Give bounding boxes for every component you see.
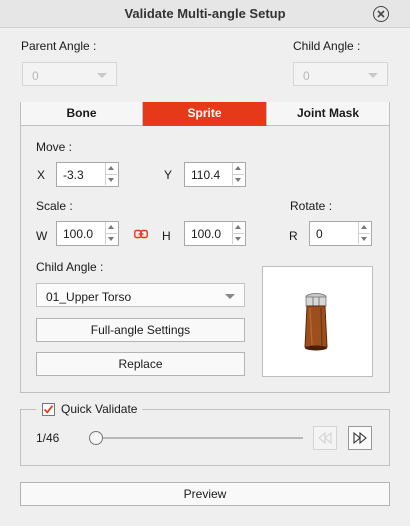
- scale-h-increment[interactable]: [232, 222, 244, 233]
- parent-angle-value: 0: [32, 69, 39, 83]
- scale-h-input[interactable]: 100.0: [184, 221, 246, 246]
- move-y-decrement[interactable]: [232, 174, 244, 185]
- scale-h-decrement[interactable]: [232, 233, 244, 244]
- fast-forward-icon: [353, 431, 367, 445]
- quick-validate-checkbox[interactable]: [42, 403, 55, 416]
- close-icon: [376, 9, 385, 18]
- child-angle-top-dropdown[interactable]: 0: [293, 62, 388, 86]
- link-scale-button[interactable]: [134, 228, 148, 239]
- child-angle-dropdown[interactable]: 01_Upper Torso: [36, 283, 245, 307]
- rotate-r-input[interactable]: 0: [309, 221, 372, 246]
- rotate-label: Rotate :: [290, 199, 333, 213]
- chevron-down-icon: [225, 294, 235, 299]
- child-angle-top-value: 0: [303, 69, 310, 83]
- sprite-preview: [262, 266, 373, 377]
- scale-label: Scale :: [36, 199, 73, 213]
- move-y-value: 110.4: [191, 168, 221, 182]
- link-icon: [134, 229, 148, 239]
- preview-label: Preview: [183, 487, 227, 501]
- rotate-r-value: 0: [316, 227, 323, 241]
- child-angle-value: 01_Upper Torso: [46, 290, 132, 304]
- arrow-down-icon: [235, 237, 241, 241]
- tab-bone[interactable]: Bone: [21, 102, 143, 126]
- scale-h-label: H: [162, 229, 171, 243]
- frame-counter: 1/46: [36, 431, 60, 445]
- replace-button[interactable]: Replace: [36, 352, 245, 376]
- chevron-down-icon: [97, 73, 107, 78]
- arrow-down-icon: [108, 178, 114, 182]
- close-button[interactable]: [373, 6, 389, 22]
- move-x-input[interactable]: -3.3: [56, 162, 119, 187]
- child-angle-label: Child Angle :: [36, 260, 104, 274]
- frame-slider[interactable]: [95, 437, 303, 439]
- parent-angle-label: Parent Angle :: [21, 39, 97, 53]
- checkmark-icon: [43, 405, 54, 414]
- sprite-image: [304, 293, 328, 351]
- parent-angle-dropdown[interactable]: 0: [22, 62, 117, 86]
- arrow-down-icon: [108, 237, 114, 241]
- scale-h-value: 100.0: [191, 227, 222, 241]
- full-angle-settings-label: Full-angle Settings: [90, 323, 191, 337]
- chevron-down-icon: [368, 73, 378, 78]
- scale-w-decrement[interactable]: [105, 233, 117, 244]
- scale-w-value: 100.0: [63, 227, 94, 241]
- tab-sprite[interactable]: Sprite: [143, 102, 267, 126]
- scale-w-label: W: [36, 229, 48, 243]
- arrow-up-icon: [108, 225, 114, 229]
- move-y-input[interactable]: 110.4: [184, 162, 246, 187]
- move-x-decrement[interactable]: [105, 174, 117, 185]
- rotate-r-decrement[interactable]: [358, 233, 370, 244]
- rewind-icon: [318, 431, 332, 445]
- window-title: Validate Multi-angle Setup: [124, 6, 286, 21]
- full-angle-settings-button[interactable]: Full-angle Settings: [36, 318, 245, 342]
- next-frame-button[interactable]: [348, 426, 372, 450]
- replace-label: Replace: [118, 357, 163, 371]
- scale-w-input[interactable]: 100.0: [56, 221, 119, 246]
- tab-joint-mask[interactable]: Joint Mask: [267, 102, 389, 126]
- move-label: Move :: [36, 140, 73, 154]
- arrow-up-icon: [235, 225, 241, 229]
- move-x-value: -3.3: [63, 168, 84, 182]
- arrow-down-icon: [361, 237, 367, 241]
- previous-frame-button[interactable]: [313, 426, 337, 450]
- child-angle-top-label: Child Angle :: [293, 39, 361, 53]
- arrow-down-icon: [235, 178, 241, 182]
- move-x-increment[interactable]: [105, 163, 117, 174]
- arrow-up-icon: [361, 225, 367, 229]
- rotate-r-label: R: [289, 229, 298, 243]
- rotate-r-increment[interactable]: [358, 222, 370, 233]
- quick-validate-label: Quick Validate: [61, 402, 138, 416]
- arrow-up-icon: [235, 166, 241, 170]
- move-x-label: X: [37, 168, 46, 182]
- move-y-label: Y: [164, 168, 173, 182]
- arrow-up-icon: [108, 166, 114, 170]
- frame-slider-knob[interactable]: [89, 431, 103, 445]
- move-y-increment[interactable]: [232, 163, 244, 174]
- preview-button[interactable]: Preview: [20, 482, 390, 506]
- scale-w-increment[interactable]: [105, 222, 117, 233]
